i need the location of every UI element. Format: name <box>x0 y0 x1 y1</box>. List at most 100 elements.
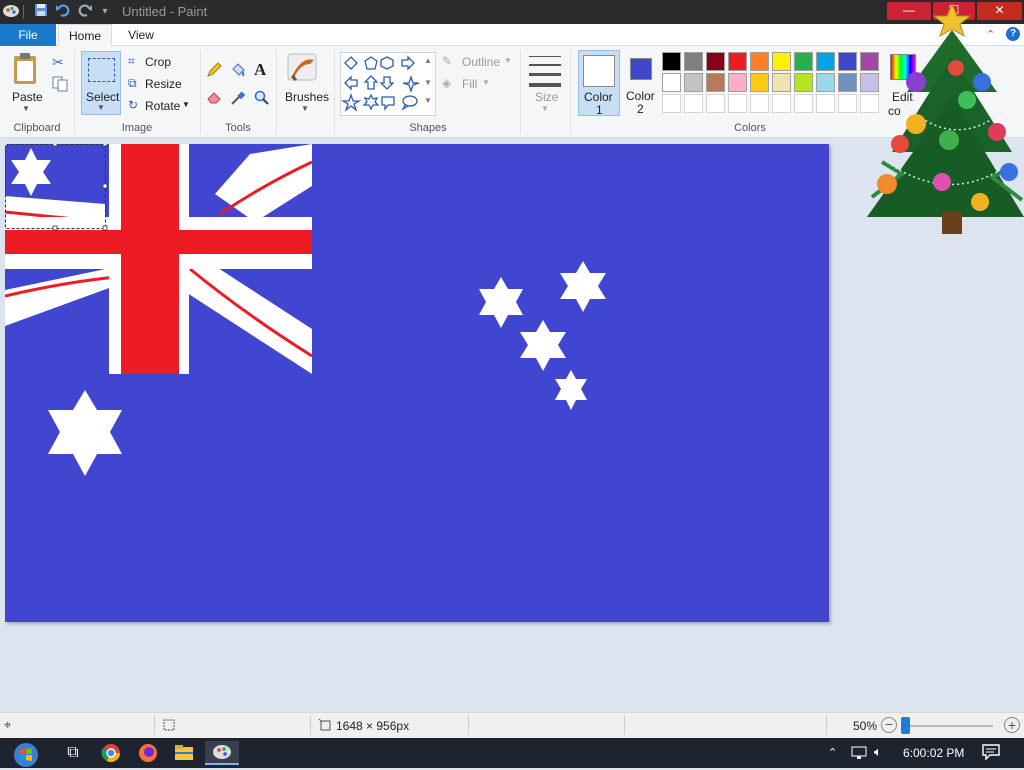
paint-taskbar-icon[interactable] <box>205 741 239 765</box>
show-hidden-icons-icon[interactable]: ⌃ <box>828 746 837 759</box>
zoom-out-button[interactable]: − <box>881 717 897 733</box>
redo-icon[interactable] <box>76 3 94 21</box>
magnifier-icon[interactable] <box>254 90 270 109</box>
firefox-icon[interactable] <box>135 741 161 765</box>
status-bar: ⌖ 1648 × 956px 50% − + <box>0 712 1024 738</box>
color-swatch[interactable] <box>728 73 747 92</box>
file-explorer-icon[interactable] <box>171 741 197 765</box>
save-icon[interactable] <box>32 3 50 21</box>
separator <box>154 715 155 735</box>
shapes-gallery[interactable] <box>340 52 436 116</box>
gallery-down-icon[interactable]: ▼ <box>424 78 432 87</box>
cut-icon[interactable]: ✂ <box>52 54 64 71</box>
color2-swatch <box>630 58 652 80</box>
paste-button[interactable]: Paste ▼ <box>8 52 44 116</box>
color-swatch[interactable] <box>706 52 725 71</box>
fill-label: Fill <box>462 77 478 91</box>
zoom-in-button[interactable]: + <box>1004 717 1020 733</box>
chevron-down-icon: ▼ <box>301 104 309 113</box>
gallery-up-icon[interactable]: ▲ <box>424 56 432 65</box>
color-swatch[interactable] <box>662 52 681 71</box>
view-tab[interactable]: View <box>116 24 166 46</box>
custom-color-slot[interactable] <box>838 94 857 113</box>
color-swatch[interactable] <box>684 73 703 92</box>
size-label: Size <box>535 90 559 104</box>
rotate-button[interactable]: ↻ Rotate ▼ <box>128 98 198 114</box>
custom-color-slot[interactable] <box>772 94 791 113</box>
color-swatch[interactable] <box>750 52 769 71</box>
color-swatch[interactable] <box>706 73 725 92</box>
paste-label: Paste <box>12 90 43 104</box>
select-icon <box>88 58 115 82</box>
color-picker-icon[interactable] <box>230 90 246 109</box>
file-tab[interactable]: File <box>0 24 56 46</box>
fill-bucket-icon[interactable] <box>230 62 246 81</box>
color-swatch[interactable] <box>816 52 835 71</box>
color1-label: Color <box>584 90 613 104</box>
separator <box>310 715 311 735</box>
custom-color-slot[interactable] <box>684 94 703 113</box>
task-view-icon[interactable]: ⧉ <box>60 741 86 765</box>
start-button[interactable] <box>8 741 44 767</box>
crop-button[interactable]: ⌗ Crop <box>128 54 198 70</box>
color-swatch[interactable] <box>772 73 791 92</box>
color-swatch[interactable] <box>772 52 791 71</box>
resize-button[interactable]: ⧉ Resize <box>128 76 198 92</box>
resize-label: Resize <box>145 77 182 91</box>
customize-quick-access-icon[interactable]: ▾ <box>96 3 114 21</box>
text-icon[interactable]: A <box>254 60 266 80</box>
chrome-icon[interactable] <box>98 741 124 765</box>
color-swatch[interactable] <box>662 73 681 92</box>
line-thick-icon <box>529 73 561 76</box>
paint-app-icon[interactable] <box>2 3 20 21</box>
brush-icon <box>287 53 317 82</box>
home-tab[interactable]: Home <box>58 24 112 46</box>
color-swatch[interactable] <box>838 52 857 71</box>
separator <box>200 50 201 134</box>
notifications-icon[interactable] <box>982 744 1000 763</box>
custom-color-slot[interactable] <box>750 94 769 113</box>
zoom-slider-track[interactable] <box>905 725 993 727</box>
selection-size-icon <box>162 718 176 735</box>
drawing-canvas[interactable] <box>2 141 829 622</box>
taskbar: ⧉ ⌃ 🔈︎ 6:00:02 PM <box>0 738 1024 768</box>
custom-color-slot[interactable] <box>662 94 681 113</box>
fill-button[interactable]: ◈ Fill ▼ <box>442 76 518 92</box>
network-icon[interactable] <box>850 744 868 765</box>
copy-icon[interactable] <box>52 76 68 95</box>
color-swatch[interactable] <box>728 52 747 71</box>
gallery-expand-icon[interactable]: ▼ <box>424 96 432 105</box>
custom-color-slot[interactable] <box>706 94 725 113</box>
color-palette <box>662 52 884 118</box>
canvas-size-icon <box>318 718 332 735</box>
zoom-slider-thumb[interactable] <box>900 717 910 734</box>
separator <box>276 50 277 134</box>
color-swatch[interactable] <box>684 52 703 71</box>
chevron-down-icon: ▼ <box>182 100 190 109</box>
custom-color-slot[interactable] <box>728 94 747 113</box>
color-swatch[interactable] <box>750 73 769 92</box>
separator <box>23 5 24 19</box>
select-button[interactable]: Select ▼ <box>81 51 121 115</box>
color-swatch[interactable] <box>838 73 857 92</box>
pencil-icon[interactable] <box>206 62 222 81</box>
eraser-icon[interactable] <box>206 90 222 107</box>
color1-button[interactable]: Color 1 <box>578 50 620 117</box>
brushes-button[interactable]: Brushes ▼ <box>282 52 329 118</box>
custom-color-slot[interactable] <box>794 94 813 113</box>
color-swatch[interactable] <box>794 52 813 71</box>
volume-icon[interactable]: 🔈︎ <box>874 744 882 760</box>
separator <box>468 715 469 735</box>
size-button[interactable]: Size ▼ <box>526 52 564 116</box>
separator <box>624 715 625 735</box>
color-swatch[interactable] <box>794 73 813 92</box>
custom-color-slot[interactable] <box>816 94 835 113</box>
undo-icon[interactable] <box>54 3 72 21</box>
clock[interactable]: 6:00:02 PM <box>903 746 964 760</box>
color-swatch[interactable] <box>816 73 835 92</box>
color2-button[interactable]: Color 2 <box>624 50 658 116</box>
color2-number: 2 <box>637 102 644 116</box>
outline-button[interactable]: ✎ Outline ▼ <box>442 54 518 70</box>
christmas-tree-gadget[interactable] <box>862 2 1024 238</box>
separator <box>334 50 335 134</box>
